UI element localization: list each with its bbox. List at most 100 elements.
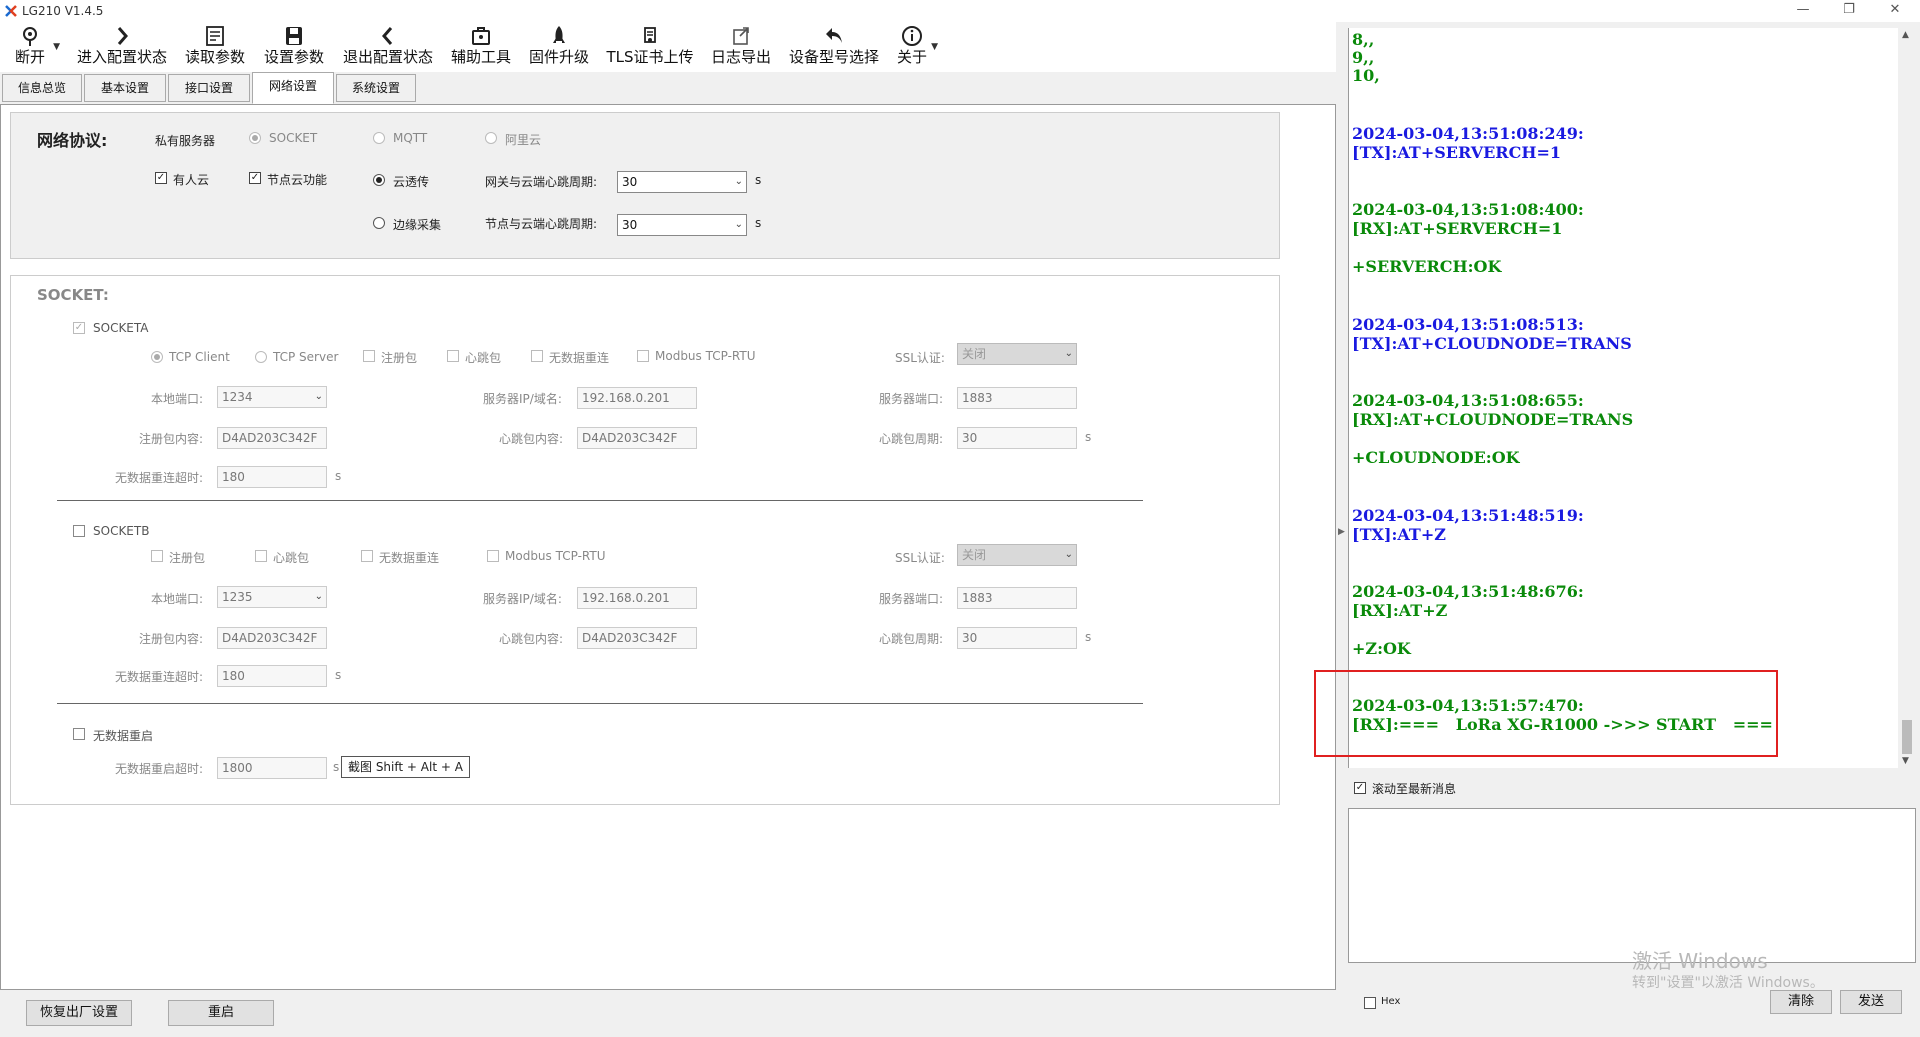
socketb-ssl-select[interactable]: 关闭 ⌄ — [957, 544, 1077, 566]
toolbar: 断开 ▼ 进入配置状态 读取参数 设置参数 退出配置状态 辅助工具 固件升级 T… — [0, 22, 1340, 72]
toolbar-label: 辅助工具 — [450, 48, 511, 66]
socketb-reconnect-timeout-input[interactable]: 180 — [217, 665, 327, 687]
tab-basic-settings[interactable]: 基本设置 — [84, 74, 166, 102]
socketb-checkbox[interactable] — [73, 525, 85, 537]
dropdown-arrow-icon[interactable]: ▼ — [931, 42, 938, 52]
socketa-checkbox[interactable]: ✓ — [73, 322, 85, 334]
read-params-button[interactable]: 读取参数 — [182, 24, 248, 70]
no-data-restart-checkbox[interactable] — [73, 728, 85, 740]
ssl-value: 关闭 — [962, 548, 987, 562]
socketa-hb-period-input[interactable]: 30 — [957, 427, 1077, 449]
socketa-local-port-select[interactable]: 1234 ⌄ — [217, 386, 327, 408]
mqtt-radio[interactable] — [373, 132, 385, 144]
aliyun-radio[interactable] — [485, 132, 497, 144]
tls-cert-upload-button[interactable]: TLS证书上传 — [604, 24, 696, 70]
socketb-hb-period-input[interactable]: 30 — [957, 627, 1077, 649]
log-line: 8,, — [1352, 30, 1375, 49]
toolbar-label: TLS证书上传 — [606, 48, 694, 66]
local-port-value: 1234 — [222, 390, 253, 404]
chevron-down-icon: ⌄ — [734, 176, 743, 187]
no-data-reconnect-label: 无数据重连 — [379, 551, 440, 565]
socketb-heartbeat-checkbox[interactable] — [255, 550, 267, 562]
toolbar-label: 设备型号选择 — [788, 48, 879, 66]
socketb-local-port-select[interactable]: 1235 ⌄ — [217, 586, 327, 608]
about-button[interactable]: 关于 ▼ — [894, 24, 938, 70]
highlight-box — [1314, 670, 1778, 757]
toolbar-label: 固件升级 — [528, 48, 589, 66]
server-port-label: 服务器端口: — [879, 592, 944, 606]
factory-reset-button[interactable]: 恢复出厂设置 — [26, 1000, 132, 1026]
tcp-server-radio[interactable] — [255, 351, 267, 363]
log-line: +CLOUDNODE:OK — [1352, 448, 1520, 467]
tcp-client-radio[interactable] — [151, 351, 163, 363]
scrollbar-thumb[interactable] — [1902, 720, 1912, 754]
enter-config-button[interactable]: 进入配置状态 — [70, 24, 174, 70]
node-cloud-checkbox[interactable]: ✓ — [249, 172, 261, 184]
dropdown-arrow-icon[interactable]: ▼ — [53, 42, 60, 52]
restore-icon[interactable]: ❐ — [1826, 0, 1872, 22]
socketb-reg-packet-checkbox[interactable] — [151, 550, 163, 562]
usr-cloud-checkbox[interactable]: ✓ — [155, 172, 167, 184]
socketa-server-ip-input[interactable]: 192.168.0.201 — [577, 387, 697, 409]
tab-network-settings[interactable]: 网络设置 — [252, 72, 334, 104]
aliyun-label: 阿里云 — [505, 133, 542, 147]
socketb-server-port-input[interactable]: 1883 — [957, 587, 1077, 609]
restart-timeout-input[interactable]: 1800 — [217, 757, 327, 779]
socketb-modbus-checkbox[interactable] — [487, 550, 499, 562]
socketa-modbus-checkbox[interactable] — [637, 350, 649, 362]
send-button[interactable]: 发送 — [1840, 990, 1902, 1014]
cloud-transparent-radio[interactable] — [373, 174, 385, 186]
gateway-heartbeat-select[interactable]: 30 ⌄ — [617, 171, 747, 193]
socketa-server-port-input[interactable]: 1883 — [957, 387, 1077, 409]
device-model-button[interactable]: 设备型号选择 — [786, 24, 882, 70]
restart-timeout-label: 无数据重启超时: — [115, 762, 204, 776]
reg-content-label: 注册包内容: — [139, 632, 204, 646]
title-bar: LG210 V1.4.5 — ❐ ✕ — [0, 0, 1920, 22]
close-icon[interactable]: ✕ — [1872, 0, 1918, 22]
socketa-ssl-select[interactable]: 关闭 ⌄ — [957, 343, 1077, 365]
tab-system-settings[interactable]: 系统设置 — [336, 74, 416, 102]
scroll-down-icon[interactable]: ▼ — [1902, 756, 1909, 766]
socketa-reconnect-timeout-input[interactable]: 180 — [217, 466, 327, 488]
socketa-heartbeat-checkbox[interactable] — [447, 350, 459, 362]
hex-checkbox[interactable] — [1364, 997, 1376, 1009]
set-params-button[interactable]: 设置参数 — [260, 24, 328, 70]
clear-button[interactable]: 清除 — [1770, 990, 1832, 1014]
window-title: LG210 V1.4.5 — [22, 4, 104, 18]
log-line: [RX]:AT+SERVERCH=1 — [1352, 219, 1563, 238]
ssl-value: 关闭 — [962, 347, 987, 361]
socketb-reg-content-input[interactable]: D4AD203C342F — [217, 627, 327, 649]
socketb-server-ip-input[interactable]: 192.168.0.201 — [577, 587, 697, 609]
socket-label: SOCKET — [269, 131, 318, 145]
read-params-icon — [206, 26, 224, 46]
auto-scroll-checkbox[interactable]: ✓ — [1354, 782, 1366, 794]
exit-config-button[interactable]: 退出配置状态 — [338, 24, 438, 70]
log-scrollbar[interactable]: ▲ ▼ — [1898, 28, 1916, 768]
edge-collect-radio[interactable] — [373, 217, 385, 229]
firmware-upgrade-button[interactable]: 固件升级 — [526, 24, 592, 70]
tab-overview[interactable]: 信息总览 — [2, 74, 82, 102]
socketa-hb-content-input[interactable]: D4AD203C342F — [577, 427, 697, 449]
node-heartbeat-select[interactable]: 30 ⌄ — [617, 214, 747, 236]
send-textarea[interactable] — [1348, 808, 1916, 963]
socketa-no-data-reconnect-checkbox[interactable] — [531, 350, 543, 362]
reg-packet-label: 注册包 — [381, 351, 418, 365]
socket-radio[interactable] — [249, 132, 261, 144]
restart-button[interactable]: 重启 — [168, 1000, 274, 1026]
socketb-label: SOCKETB — [93, 524, 150, 538]
minimize-icon[interactable]: — — [1780, 0, 1826, 22]
export-icon — [733, 27, 749, 45]
socketb-no-data-reconnect-checkbox[interactable] — [361, 550, 373, 562]
aux-tools-button[interactable]: 辅助工具 — [448, 24, 514, 70]
log-line: 2024-03-04,13:51:08:249: — [1352, 124, 1584, 143]
log-export-button[interactable]: 日志导出 — [708, 24, 774, 70]
disconnect-button[interactable]: 断开 ▼ — [8, 24, 60, 70]
tab-interface-settings[interactable]: 接口设置 — [168, 74, 250, 102]
scroll-up-icon[interactable]: ▲ — [1902, 30, 1909, 40]
socketa-reg-packet-checkbox[interactable] — [363, 350, 375, 362]
collapse-arrow-icon[interactable]: ▶ — [1338, 527, 1345, 537]
panel-splitter[interactable]: ▶ — [1336, 22, 1348, 990]
socketa-reg-content-input[interactable]: D4AD203C342F — [217, 427, 327, 449]
socketb-hb-content-input[interactable]: D4AD203C342F — [577, 627, 697, 649]
save-icon — [286, 27, 302, 45]
